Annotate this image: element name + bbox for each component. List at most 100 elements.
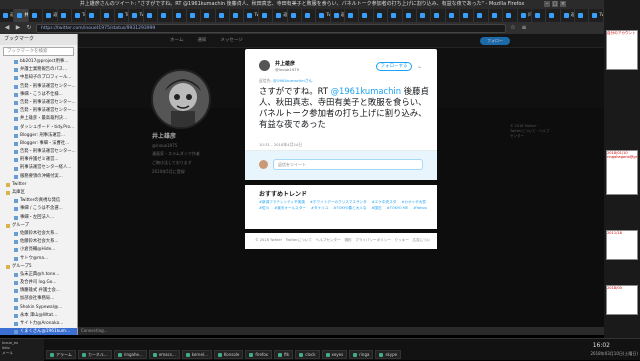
trend-item[interactable]: #タナリユ [311, 206, 328, 211]
bookmark-item[interactable]: Twitterの真視な発信 [0, 197, 77, 205]
url-bar[interactable]: https://twitter.com/inouet1975/status/99… [36, 23, 506, 33]
tab[interactable]: 返信 [273, 9, 288, 22]
bookmark-item[interactable]: サイト力@Aronaka... [0, 320, 77, 328]
taskbar-item[interactable]: skype [375, 350, 402, 359]
tab[interactable]: 井上雄彦 [14, 9, 29, 22]
tab[interactable] [86, 9, 101, 22]
tab[interactable] [374, 9, 389, 22]
menu-icon[interactable]: ≡ [520, 24, 528, 32]
taskbar-item[interactable]: kernel... [181, 350, 212, 359]
tab[interactable]: 返信 [43, 9, 58, 22]
tab[interactable]: Twitt [72, 9, 87, 22]
bookmark-item[interactable]: 及合井司 log.Go... [0, 279, 77, 287]
tab[interactable] [288, 9, 302, 22]
tab[interactable] [259, 9, 274, 22]
tab[interactable] [29, 9, 44, 22]
tab[interactable] [101, 9, 115, 22]
bookmark-item[interactable]: 告発・刑事法運営センター... [0, 107, 77, 115]
twitter-nav-item[interactable]: 通知 [197, 37, 206, 43]
twitter-nav-item[interactable]: ホーム [170, 37, 183, 43]
tab[interactable] [474, 9, 489, 22]
minimize-button[interactable]: – [544, 1, 550, 7]
taskbar-item[interactable]: ringahe... [113, 350, 147, 359]
bookmark-item[interactable]: 弘末正典@h.tone... [0, 271, 77, 279]
reload-icon[interactable]: ↻ [25, 24, 33, 32]
tab[interactable] [489, 9, 504, 22]
mini-window-3[interactable]: 2011/18 [606, 230, 638, 260]
bookmark-item[interactable]: 小倉亮輔@Hide... [0, 246, 77, 254]
taskbar-item[interactable]: Konsole [213, 350, 244, 359]
bookmark-item[interactable]: 事細・こうは不仕様... [0, 91, 77, 99]
bookmark-item[interactable]: サトウ@ma... [0, 255, 77, 263]
bookmark-folder[interactable]: グループ5 [0, 263, 77, 271]
reply-to-link[interactable]: @1961kumachinさん [273, 78, 313, 83]
tab[interactable] [446, 9, 460, 22]
taskbar-item[interactable]: xeyes [321, 350, 348, 359]
trend-item[interactable]: #TOKYO春と大人な [333, 206, 366, 211]
bookmark-item[interactable]: くまくさん@1961kum... [0, 328, 77, 335]
tab[interactable] [546, 9, 561, 22]
author-name[interactable]: 井上雄彦 [275, 60, 295, 67]
follow-button-top[interactable]: フォロー [480, 37, 510, 45]
taskbar-item[interactable]: clock [295, 350, 320, 359]
bookmark-item[interactable]: 刑事法運営センター経人... [0, 164, 77, 172]
tab[interactable] [431, 9, 446, 22]
tweet-timestamp[interactable]: 10:31 - 2018年4月24日 [259, 142, 302, 148]
tab[interactable]: 返信 [331, 9, 345, 22]
tab[interactable] [359, 9, 374, 22]
bookmark-item[interactable]: 事細・左回法人... [0, 214, 77, 222]
trend-item[interactable]: #ホワイトデーのクリスマスサンタ [310, 200, 367, 205]
tab[interactable] [417, 9, 432, 22]
taskbar-item[interactable]: カーネル... [77, 350, 112, 359]
tab[interactable] [144, 9, 159, 22]
bookmark-item[interactable]: 告発・刑事法運営センター... [0, 148, 77, 156]
tab[interactable]: 返信 [561, 9, 575, 22]
tab[interactable]: Twit [316, 9, 331, 22]
clock[interactable]: 16:02 [593, 342, 610, 349]
bookmark-item[interactable]: Blogger: 刑事法運営... [0, 132, 77, 140]
trend-item[interactable]: #楽天オールスター [274, 206, 306, 211]
bookmark-item[interactable]: 弁護士業務報告のパス... [0, 66, 77, 74]
tab[interactable]: Twit [115, 9, 130, 22]
tab[interactable] [187, 9, 202, 22]
chevron-down-icon[interactable]: ⌄ [417, 63, 422, 70]
trend-item[interactable]: #Yahoo [413, 206, 427, 211]
author-avatar[interactable] [259, 60, 270, 71]
close-button[interactable]: × [560, 1, 566, 7]
tab[interactable] [216, 9, 230, 22]
mini-window-1[interactable]: 自分のアカウント [606, 30, 638, 70]
bookmark-item[interactable]: 永本 澤山@Wtat... [0, 312, 77, 320]
tab[interactable] [460, 9, 475, 22]
trend-item[interactable]: #国石 [371, 206, 381, 211]
forward-arrow-icon[interactable]: ▶ [14, 24, 22, 32]
bookmark-item[interactable]: 告発・刑事法運営センター... [0, 99, 77, 107]
bookmark-item[interactable]: 井上雄彦・最高裁判決... [0, 115, 77, 123]
bookmark-item[interactable]: 告発・刑事法運営センター... [0, 83, 77, 91]
taskbar-item[interactable]: ftk [274, 350, 294, 359]
bookmark-item[interactable]: ダッシュボード・tidy.Pro... [0, 124, 77, 132]
taskbar-item[interactable]: ringa [349, 350, 374, 359]
profile-avatar[interactable] [151, 69, 211, 129]
tab[interactable]: 返信 [0, 9, 15, 22]
trend-item[interactable]: #TOKYO ME [387, 206, 409, 211]
taskbar-item[interactable]: emacs... [148, 350, 180, 359]
tab[interactable]: Twit [244, 9, 259, 22]
back-arrow-icon[interactable]: ◀ [3, 24, 11, 32]
maximize-button[interactable]: □ [552, 1, 558, 7]
tab[interactable] [532, 9, 547, 22]
bookmark-item[interactable]: 事細 / こうは不含選... [0, 205, 77, 213]
bookmark-item[interactable]: 加部会社事務局... [0, 295, 77, 303]
tab[interactable] [201, 9, 216, 22]
tab[interactable] [58, 9, 72, 22]
taskbar-item[interactable]: アラーム [46, 350, 76, 359]
tab[interactable]: (Privat [518, 9, 532, 22]
bookmark-item[interactable]: Blogger: 事細・法曹社... [0, 140, 77, 148]
tab[interactable] [230, 9, 245, 22]
bookmark-item[interactable]: 慎慶雄式 弁護士会... [0, 287, 77, 295]
trend-item[interactable]: #カオイギ大賞 [401, 200, 426, 205]
tab[interactable] [388, 9, 403, 22]
bookmark-item[interactable]: 佐藤鈴木社会大系... [0, 230, 77, 238]
twitter-nav-item[interactable]: メッセージ [220, 37, 242, 43]
tab[interactable] [403, 9, 417, 22]
bookmark-search-input[interactable]: ブックマークを検索 [3, 47, 74, 56]
